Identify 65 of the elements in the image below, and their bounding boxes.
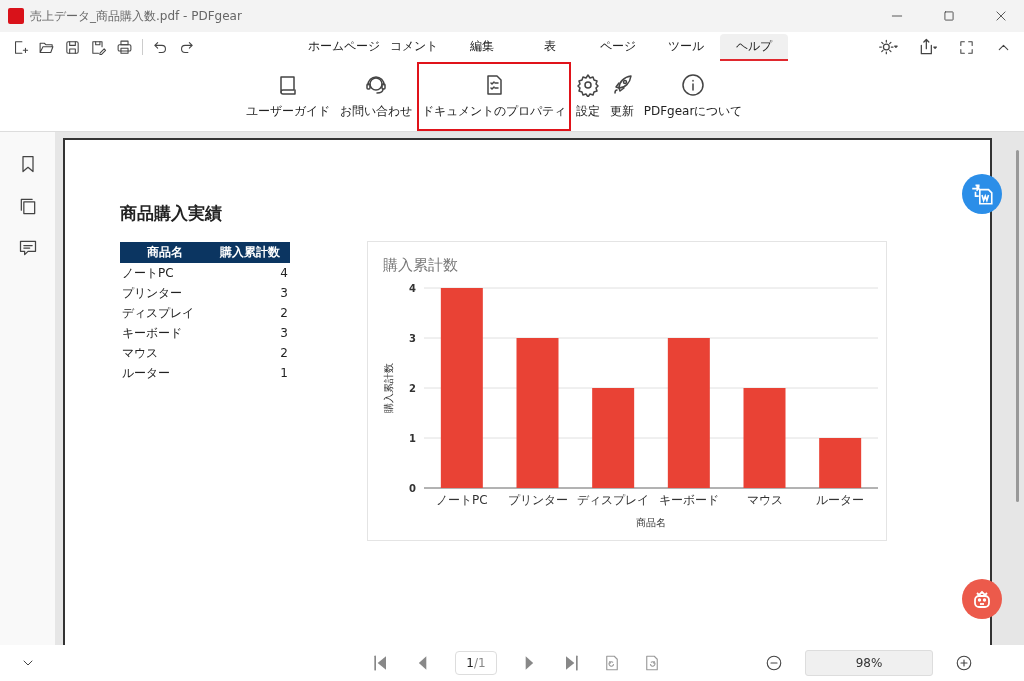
menu-tab[interactable]: ツール xyxy=(652,33,720,61)
fullscreen-icon[interactable] xyxy=(958,38,975,56)
menu-tab[interactable]: ヘルプ xyxy=(720,33,788,61)
x-tick-label: ノートPC xyxy=(436,493,488,507)
ribbon-button[interactable]: ドキュメントのプロパティ xyxy=(416,62,571,131)
table-cell-text: 2 xyxy=(279,345,289,362)
table-cell: ノートPC xyxy=(120,263,210,283)
table-cell-text: 1 xyxy=(279,365,289,382)
x-tick-label: キーボード xyxy=(658,493,719,507)
x-tick-label: プリンター xyxy=(507,493,568,507)
zoom-in-icon[interactable] xyxy=(955,654,973,672)
table-cell-text: ディスプレイ xyxy=(121,304,195,322)
y-axis-label: 購入累計数 xyxy=(383,363,394,413)
bar xyxy=(819,438,862,488)
save-as-icon[interactable] xyxy=(90,38,107,56)
brightness-icon[interactable] xyxy=(878,37,898,57)
new-file-icon[interactable] xyxy=(12,38,29,56)
print-icon[interactable] xyxy=(116,38,133,56)
y-tick-label: 4 xyxy=(409,283,416,294)
column-header: 商品名 xyxy=(120,242,210,263)
x-tick-label: ルーター xyxy=(816,493,865,507)
table-cell: 4 xyxy=(209,263,290,283)
table-cell-text: プリンター xyxy=(121,284,183,302)
menu-tab[interactable]: 表 xyxy=(516,33,584,61)
table-cell-text: ルーター xyxy=(121,364,171,382)
zoom-level-field[interactable]: 98% xyxy=(805,650,933,676)
y-tick-label: 0 xyxy=(409,483,416,494)
y-tick-label: 2 xyxy=(409,383,416,394)
close-icon[interactable] xyxy=(994,9,1008,23)
menu-tab[interactable]: 編集 xyxy=(448,33,516,61)
scrollbar-thumb[interactable] xyxy=(1016,150,1019,502)
table-cell-text: マウス xyxy=(121,344,159,362)
convert-to-word-button[interactable] xyxy=(962,174,1002,214)
save-icon[interactable] xyxy=(64,38,81,56)
app-logo-icon xyxy=(8,8,24,24)
column-header: 購入累計数 xyxy=(209,242,290,263)
ribbon-button[interactable]: お問い合わせ xyxy=(334,62,417,131)
share-icon[interactable] xyxy=(918,37,938,57)
maximize-icon[interactable] xyxy=(942,9,956,23)
window-title: 売上データ_商品購入数.pdf - PDFgear xyxy=(30,7,243,25)
info-icon xyxy=(681,73,705,97)
y-tick-label: 1 xyxy=(409,433,416,444)
ribbon-button[interactable]: 更新 xyxy=(604,62,639,131)
document-title: 商品購入実績 xyxy=(120,202,223,225)
chart-title: 購入累計数 xyxy=(383,256,458,274)
menu-tab[interactable]: コメント xyxy=(380,33,448,61)
page-number-field[interactable]: 1/1 xyxy=(455,651,497,675)
ribbon-button[interactable]: ユーザーガイド xyxy=(240,62,335,131)
comment-icon[interactable] xyxy=(17,238,38,258)
robot-assistant-button[interactable] xyxy=(962,579,1002,619)
settings-icon xyxy=(575,73,600,97)
table-cell-text: 3 xyxy=(279,285,289,302)
zoom-out-icon[interactable] xyxy=(765,654,783,672)
ribbon-button[interactable]: PDFgearについて xyxy=(638,62,748,131)
table-cell-text: キーボード xyxy=(121,324,183,342)
table-cell-text: 2 xyxy=(279,305,289,322)
y-tick-label: 3 xyxy=(409,333,416,344)
x-axis-label: 商品名 xyxy=(636,517,666,528)
ribbon-button[interactable]: 設定 xyxy=(570,62,605,131)
menu-tab[interactable]: ホームページ xyxy=(308,33,380,61)
headset-icon xyxy=(363,73,388,97)
table-cell-text: 3 xyxy=(279,325,289,342)
menu-tab[interactable]: ページ xyxy=(584,33,652,61)
x-tick-label: マウス xyxy=(746,493,783,507)
x-tick-label: ディスプレイ xyxy=(577,493,650,507)
